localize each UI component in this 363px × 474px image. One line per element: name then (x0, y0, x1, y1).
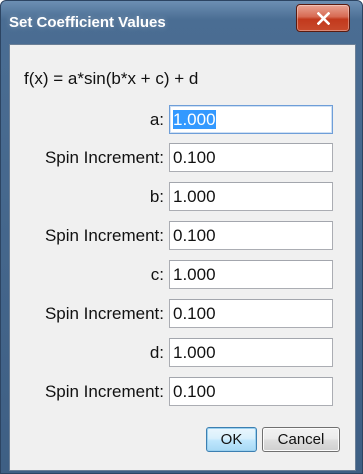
spin-increment-c-input[interactable]: 0.100 (169, 299, 333, 328)
spin-increment-b-label: Spin Increment: (44, 226, 164, 245)
coefficient-c-input[interactable]: 1.000 (169, 260, 333, 289)
coefficient-d-label: d: (149, 343, 164, 362)
spin-increment-c-label: Spin Increment: (44, 304, 164, 323)
coefficient-a-label: a: (149, 110, 164, 129)
ok-button[interactable]: OK (206, 427, 257, 452)
close-button[interactable] (296, 4, 350, 32)
coefficient-d-input[interactable]: 1.000 (169, 338, 333, 367)
spin-increment-d-input[interactable]: 0.100 (169, 377, 333, 406)
close-icon (317, 12, 330, 25)
coefficient-b-input[interactable]: 1.000 (169, 182, 333, 211)
formula-label: f(x) = a*sin(b*x + c) + d (24, 69, 199, 88)
cancel-button[interactable]: Cancel (262, 427, 340, 452)
spin-increment-d-label: Spin Increment: (44, 382, 164, 401)
spin-increment-a-label: Spin Increment: (44, 148, 164, 167)
dialog-title: Set Coefficient Values (9, 14, 166, 31)
coefficient-b-label: b: (149, 187, 164, 206)
title-bar[interactable]: Set Coefficient Values (1, 1, 362, 45)
coefficient-a-input[interactable]: 1.000 (169, 105, 333, 134)
spin-increment-a-input[interactable]: 0.100 (169, 143, 333, 172)
spin-increment-b-input[interactable]: 0.100 (169, 221, 333, 250)
coefficient-a-value: 1.000 (173, 110, 216, 129)
coefficient-c-label: c: (150, 265, 164, 284)
